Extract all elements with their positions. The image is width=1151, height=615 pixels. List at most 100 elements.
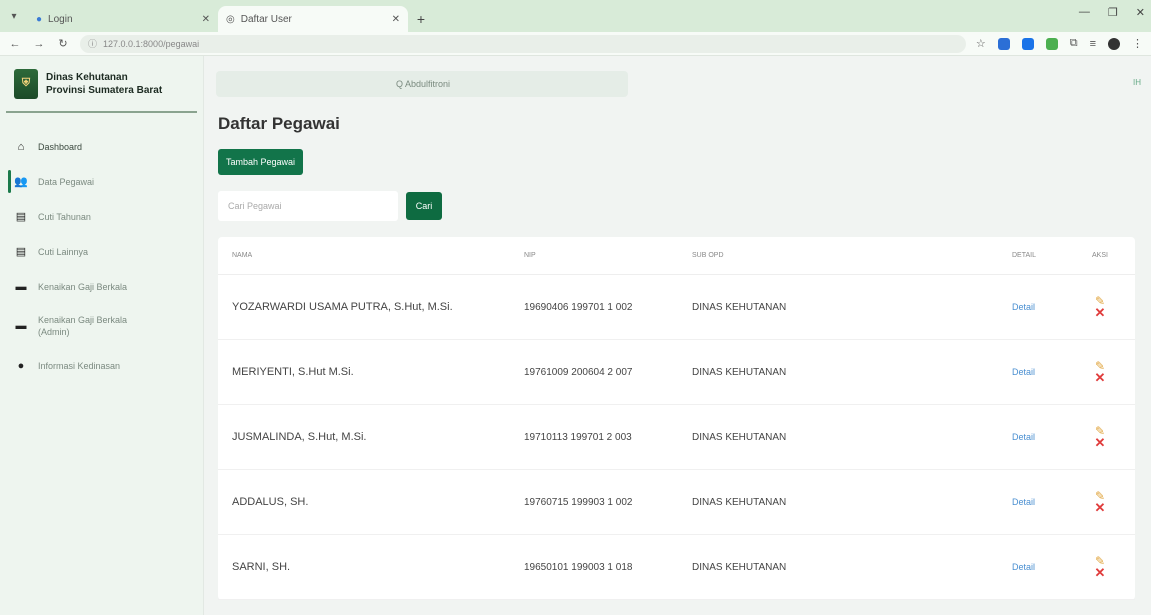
users-icon: 👥 [14, 176, 28, 188]
url-field[interactable]: ⓘ 127.0.0.1:8000/pegawai [80, 34, 966, 53]
detail-link[interactable]: Detail [1012, 432, 1035, 442]
detail-link[interactable]: Detail [1012, 562, 1035, 572]
close-icon[interactable]: ✕ [392, 14, 400, 25]
search-input[interactable]: Q Abdulfitroni [216, 71, 628, 97]
avatar[interactable]: IH [1133, 78, 1141, 87]
delete-icon[interactable]: ✕ [1095, 501, 1106, 514]
home-icon: ⌂ [17, 140, 25, 153]
delete-icon[interactable]: ✕ [1095, 306, 1106, 319]
reload-icon[interactable]: ↻ [56, 37, 70, 50]
content: Daftar Pegawai Tambah Pegawai Cari Pegaw… [204, 113, 1151, 600]
logo-icon: ⛨ [14, 68, 38, 99]
close-icon[interactable]: ✕ [202, 14, 210, 25]
header-nip: NIP [524, 252, 536, 259]
table-row: MERIYENTI, S.Hut M.Si. 19761009 200604 2… [218, 340, 1135, 405]
window-controls: — ❐ ✕ [1079, 6, 1145, 19]
more-icon[interactable]: ⋮ [1132, 37, 1143, 50]
menu-icon[interactable]: ≡ [1090, 38, 1096, 50]
search-button[interactable]: Cari [406, 192, 442, 220]
main: Q Abdulfitroni IH Daftar Pegawai Tambah … [204, 56, 1151, 615]
money-icon: ▬ [15, 280, 27, 293]
minimize-icon[interactable]: — [1079, 6, 1090, 19]
cell-nip: 19761009 200604 2 007 [524, 366, 633, 378]
address-bar-row: ← → ↻ ⓘ 127.0.0.1:8000/pegawai ☆ ⧉ ≡ ⋮ [0, 32, 1151, 56]
header-sub-opd: SUB OPD [692, 252, 724, 259]
sidebar-item-cuti-tahunan[interactable]: ▤ Cuti Tahunan [0, 199, 203, 234]
sidebar-item-label: Dashboard [38, 141, 83, 152]
browser-tab-login[interactable]: ● Login ✕ [28, 6, 218, 32]
cell-nama: MERIYENTI, S.Hut M.Si. [232, 366, 354, 378]
sidebar-item-cuti-lainnya[interactable]: ▤ Cuti Lainnya [0, 234, 203, 269]
brand: ⛨ Dinas Kehutanan Provinsi Sumatera Bara… [6, 56, 197, 113]
cell-sub-opd: DINAS KEHUTANAN [692, 431, 787, 443]
sidebar-item-dashboard[interactable]: ⌂ Dashboard [0, 129, 203, 164]
new-tab-button[interactable]: + [408, 6, 434, 32]
cell-sub-opd: DINAS KEHUTANAN [692, 496, 787, 508]
sidebar: ⛨ Dinas Kehutanan Provinsi Sumatera Bara… [0, 56, 204, 615]
delete-icon[interactable]: ✕ [1095, 566, 1106, 579]
star-icon[interactable]: ☆ [976, 37, 986, 50]
cell-nama: YOZARWARDI USAMA PUTRA, S.Hut, M.Si. [232, 301, 453, 313]
calendar-icon: ▤ [15, 211, 27, 223]
table-header: NAMA NIP SUB OPD DETAIL AKSI [218, 237, 1135, 275]
table-row: JUSMALINDA, S.Hut, M.Si. 19710113 199701… [218, 405, 1135, 470]
sidebar-item-label: Informasi Kedinasan [38, 360, 121, 371]
tab-title: Daftar User [240, 13, 292, 25]
cell-nip: 19710113 199701 2 003 [524, 431, 632, 443]
employee-search-input[interactable]: Cari Pegawai [218, 191, 398, 221]
employee-search-row: Cari Pegawai Cari [218, 191, 1135, 221]
topbar: Q Abdulfitroni IH [204, 56, 1151, 113]
sidebar-item-label: Cuti Tahunan [38, 211, 91, 222]
row-actions: ✎ ✕ [1080, 295, 1120, 319]
header-nama: NAMA [232, 252, 253, 259]
add-employee-button[interactable]: Tambah Pegawai [218, 149, 304, 175]
profile-avatar[interactable] [1108, 37, 1120, 50]
browser-tab-daftar-user[interactable]: ◎ Daftar User ✕ [218, 6, 408, 32]
extension-icon[interactable] [997, 37, 1010, 50]
brand-line-1: Dinas Kehutanan [46, 71, 128, 83]
tab-list-button[interactable]: ▾ [0, 0, 28, 32]
extensions: ☆ ⧉ ≡ ⋮ [976, 37, 1143, 50]
user-icon: ● [36, 13, 43, 25]
cell-nip: 19650101 199003 1 018 [524, 561, 633, 573]
extension-icon[interactable] [1045, 37, 1058, 50]
brand-name: Dinas Kehutanan Provinsi Sumatera Barat [46, 71, 162, 97]
extension-icon[interactable] [1021, 37, 1034, 50]
app: ⛨ Dinas Kehutanan Provinsi Sumatera Bara… [0, 56, 1151, 615]
sidebar-menu: ⌂ Dashboard 👥 Data Pegawai ▤ Cuti Tahuna… [0, 113, 203, 383]
delete-icon[interactable]: ✕ [1095, 371, 1106, 384]
detail-link[interactable]: Detail [1012, 367, 1035, 377]
sidebar-item-kenaikan-gaji-admin[interactable]: ▬ Kenaikan Gaji Berkala (Admin) [0, 304, 203, 348]
header-aksi: AKSI [1092, 252, 1108, 259]
employee-table: NAMA NIP SUB OPD DETAIL AKSI YOZARWARDI … [218, 237, 1135, 600]
back-icon[interactable]: ← [8, 38, 22, 50]
close-window-icon[interactable]: ✕ [1136, 6, 1145, 19]
cell-nip: 19690406 199701 1 002 [524, 301, 633, 313]
puzzle-icon[interactable]: ⧉ [1070, 37, 1078, 50]
table-row: SARNI, SH. 19650101 199003 1 018 DINAS K… [218, 535, 1135, 600]
row-actions: ✎ ✕ [1080, 425, 1120, 449]
maximize-icon[interactable]: ❐ [1108, 6, 1118, 19]
cell-sub-opd: DINAS KEHUTANAN [692, 366, 787, 378]
cell-nama: SARNI, SH. [232, 561, 291, 573]
cell-nama: JUSMALINDA, S.Hut, M.Si. [232, 431, 367, 443]
sidebar-item-label: Data Pegawai [38, 176, 95, 187]
forward-icon[interactable]: → [32, 38, 46, 50]
detail-link[interactable]: Detail [1012, 497, 1035, 507]
sidebar-item-data-pegawai[interactable]: 👥 Data Pegawai [0, 164, 203, 199]
table-row: ADDALUS, SH. 19760715 199903 1 002 DINAS… [218, 470, 1135, 535]
calendar-icon: ▤ [15, 246, 27, 258]
detail-link[interactable]: Detail [1012, 302, 1035, 312]
browser-tab-bar: ▾ ● Login ✕ ◎ Daftar User ✕ + — ❐ ✕ [0, 0, 1151, 32]
cell-sub-opd: DINAS KEHUTANAN [692, 301, 787, 313]
delete-icon[interactable]: ✕ [1095, 436, 1106, 449]
row-actions: ✎ ✕ [1080, 360, 1120, 384]
row-actions: ✎ ✕ [1080, 490, 1120, 514]
sidebar-item-label: Cuti Lainnya [38, 246, 89, 257]
url-text: 127.0.0.1:8000/pegawai [103, 38, 200, 49]
sidebar-item-informasi-kedinasan[interactable]: ● Informasi Kedinasan [0, 348, 203, 383]
sidebar-item-kenaikan-gaji[interactable]: ▬ Kenaikan Gaji Berkala [0, 269, 203, 304]
globe-icon: ◎ [226, 13, 235, 25]
page-title: Daftar Pegawai [218, 114, 340, 133]
table-row: YOZARWARDI USAMA PUTRA, S.Hut, M.Si. 196… [218, 275, 1135, 340]
